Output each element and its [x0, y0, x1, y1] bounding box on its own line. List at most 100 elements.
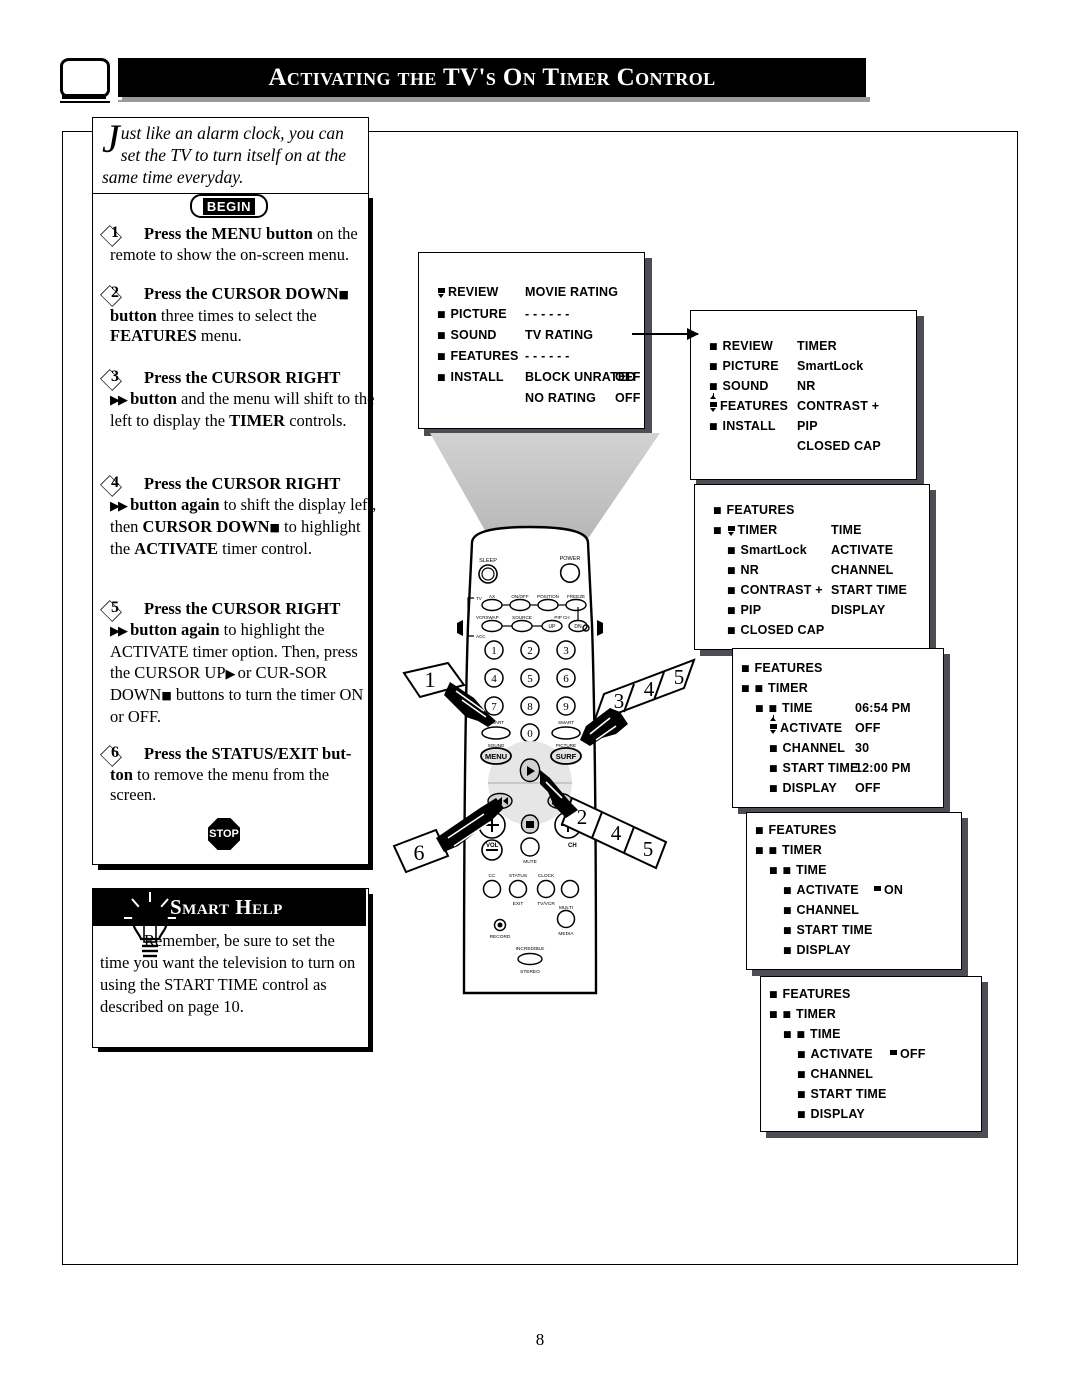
cursor-right-glyph: ▶▶ — [110, 392, 128, 408]
osd-row: ■ ■ TIME — [769, 863, 827, 877]
osd-value-row: CHANNEL — [831, 563, 894, 577]
osd-row: ■ DISPLAY — [783, 943, 851, 957]
osd-value-row: ACTIVATE — [831, 543, 894, 557]
osd-value-row: - - - - - - — [525, 349, 570, 363]
osd-row: REVIEW — [437, 283, 499, 301]
osd-row: ■ NR — [727, 563, 759, 577]
osd-row: ■ SOUND — [437, 328, 497, 342]
osd-value-row: TIMER — [797, 339, 837, 353]
osd-row: ■ FEATURES — [437, 349, 519, 363]
step-2-bold2: button — [110, 305, 157, 325]
svg-text:5: 5 — [674, 665, 685, 689]
osd-row: ■ FEATURES — [741, 661, 823, 675]
osd-row: ■ ■ TIME — [755, 701, 813, 715]
page-title-bar: Activating the TV's On Timer Control — [118, 58, 866, 97]
svg-text:3: 3 — [563, 645, 569, 657]
step-1-cont: remote to show the on-screen menu. — [110, 244, 350, 264]
osd-value-row: TIME — [831, 523, 862, 537]
osd-value-row: OFF — [889, 1045, 926, 1063]
osd-value-row: DISPLAY — [831, 603, 886, 617]
step-2: 2 Press the CURSOR DOWN■ button three ti… — [110, 284, 378, 347]
begin-badge-label: BEGIN — [202, 197, 256, 215]
cursor-up-glyph: ▶ — [225, 666, 236, 682]
stop-octagon: STOP — [208, 818, 240, 850]
osd-value-row: CLOSED CAP — [797, 439, 881, 453]
osd-panel-review: REVIEW ■ PICTURE ■ SOUND ■ FEATURES ■ INSTAL… — [418, 252, 645, 429]
begin-badge: BEGIN — [190, 194, 268, 218]
osd-row: ■ REVIEW — [709, 339, 774, 353]
osd-value-row: MOVIE RATING — [525, 285, 619, 299]
step-6-rest: to remove the menu from the screen. — [110, 764, 330, 805]
osd-row: ■ FEATURES — [713, 503, 795, 517]
svg-text:SLEEP: SLEEP — [479, 558, 497, 564]
osd-row: ■ PICTURE — [709, 359, 779, 373]
osd-row: ■ ■ TIME — [783, 1027, 841, 1041]
svg-text:SURF: SURF — [556, 752, 577, 761]
step-1-rest: on the — [312, 224, 358, 243]
step-1: 1 Press the MENU button on the remote to… — [110, 224, 378, 265]
osd-row: ■ CHANNEL — [797, 1067, 874, 1081]
svg-text:INCREDIBLE: INCREDIBLE — [516, 946, 545, 952]
svg-text:STEREO: STEREO — [520, 969, 540, 975]
step-6-number: 6 — [100, 744, 130, 762]
flow-arrow-panel1-panel2 — [632, 328, 699, 340]
osd-row: ACTIVATE — [769, 715, 842, 737]
stop-badge-label: STOP — [209, 828, 239, 840]
svg-text:PIP CH: PIP CH — [554, 615, 569, 620]
osd-value-row: NO RATING — [525, 391, 597, 405]
svg-text:1: 1 — [425, 667, 436, 692]
osd-row: ■ ■ TIMER — [741, 681, 808, 695]
osd-row: FEATURES — [709, 393, 788, 415]
osd-value-row: SmartLock — [797, 359, 864, 373]
callout-245: 2 4 5 — [538, 770, 670, 880]
title-bar-shadow — [122, 97, 870, 102]
osd-row: ■ CLOSED CAP — [727, 623, 825, 637]
tv-base-shape — [62, 94, 106, 99]
step-1-number: 1 — [100, 224, 130, 242]
cursor-down-glyph: ■ — [338, 288, 349, 301]
osd-value-row: OFF — [615, 370, 641, 384]
step-2-rest2: menu. — [196, 326, 242, 345]
svg-text:2: 2 — [577, 805, 588, 829]
cursor-down-glyph: ■ — [269, 521, 280, 534]
svg-text:SWAP: SWAP — [485, 615, 498, 620]
step-2-rest: three times to select the — [156, 305, 317, 325]
svg-text:6: 6 — [563, 673, 569, 685]
svg-text:SMART: SMART — [558, 720, 574, 725]
stop-badge: STOP — [208, 818, 240, 850]
title-rule — [118, 100, 124, 102]
svg-text:6: 6 — [414, 840, 425, 865]
osd-row: ■ INSTALL — [709, 419, 776, 433]
svg-text:DN: DN — [574, 624, 582, 630]
osd-value-row: ON — [873, 881, 903, 899]
osd-row: ■ ■ TIMER — [769, 1007, 836, 1021]
osd-row: ■ CHANNEL — [783, 903, 860, 917]
svg-text:UP: UP — [549, 624, 557, 630]
callout-6: 6 — [392, 790, 542, 900]
step-3-bold2: button — [130, 388, 177, 408]
step-4-bold2: button again — [130, 494, 220, 514]
intro-text: Just like an alarm clock, you can set th… — [102, 119, 364, 188]
osd-value-row: 06:54 PM — [855, 701, 911, 715]
step-1-bold: Press the MENU button — [144, 224, 313, 243]
step-5: 5 Press the CURSOR RIGHT ▶▶ button again… — [110, 599, 378, 727]
osd-row: ■ TIMER — [713, 523, 778, 537]
step-6-bold: Press the STATUS/EXIT but- — [144, 744, 352, 763]
osd-row: ■ SmartLock — [727, 543, 807, 557]
cursor-down-indicator — [437, 285, 446, 298]
osd-value-row: 12:00 PM — [855, 761, 911, 775]
step-4-bold: Press the CURSOR RIGHT — [144, 474, 341, 493]
svg-text:4: 4 — [644, 677, 655, 701]
osd-value-row: NR — [797, 379, 816, 393]
step-4-number: 4 — [100, 474, 130, 492]
osd-value-row: TV RATING — [525, 328, 594, 342]
tv-stand-shape — [60, 101, 110, 103]
svg-text:4: 4 — [611, 821, 622, 845]
svg-text:5: 5 — [643, 837, 654, 861]
osd-row: ■ ■ TIMER — [755, 843, 822, 857]
step-3-bold: Press the CURSOR RIGHT — [144, 368, 341, 387]
osd-panel-activate-off-2: ■ FEATURES ■ ■ TIMER ■ ■ TIME ■ ACTIVATE ■ CHAN… — [760, 976, 982, 1132]
osd-row: ■ SOUND — [709, 379, 769, 393]
callout-345: 5 4 3 — [580, 650, 700, 760]
osd-value-row: 30 — [855, 741, 870, 755]
